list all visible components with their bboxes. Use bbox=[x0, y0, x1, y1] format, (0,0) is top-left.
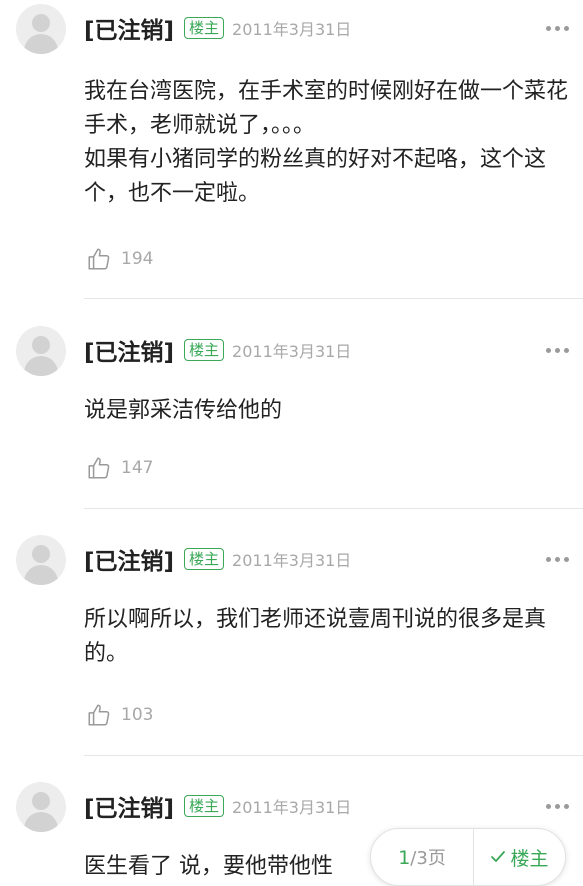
post-content: 我在台湾医院，在手术室的时候刚好在做一个菜花手术，老师就说了，。。。 如果有小猪… bbox=[84, 79, 569, 206]
avatar[interactable] bbox=[16, 326, 66, 376]
page-unit: 页 bbox=[427, 848, 446, 869]
post-meta: [已注销] 楼主 2011年3月31日 bbox=[84, 789, 352, 823]
more-options-icon[interactable] bbox=[546, 348, 569, 353]
post-divider bbox=[84, 755, 583, 756]
like-button[interactable]: 147 bbox=[86, 455, 153, 481]
author-name[interactable]: [已注销] bbox=[84, 11, 174, 45]
author-name[interactable]: [已注销] bbox=[84, 542, 174, 576]
post-date: 2011年3月31日 bbox=[232, 798, 352, 817]
author-name[interactable]: [已注销] bbox=[84, 789, 174, 823]
post-content: 所以啊所以，我们老师还说壹周刊说的很多是真的。 bbox=[84, 607, 547, 666]
more-options-icon[interactable] bbox=[546, 804, 569, 809]
post-date: 2011年3月31日 bbox=[232, 342, 352, 361]
thumbs-up-icon bbox=[88, 248, 110, 270]
more-options-icon[interactable] bbox=[546, 557, 569, 562]
owner-badge: 楼主 bbox=[184, 17, 225, 39]
like-count: 147 bbox=[121, 458, 154, 478]
current-page: 1 bbox=[398, 847, 411, 869]
more-options-icon[interactable] bbox=[546, 26, 569, 31]
post-date: 2011年3月31日 bbox=[232, 551, 352, 570]
avatar[interactable] bbox=[16, 4, 66, 54]
like-button[interactable]: 103 bbox=[86, 702, 153, 728]
post-meta: [已注销] 楼主 2011年3月31日 bbox=[84, 542, 352, 576]
thumbs-up-icon bbox=[88, 704, 110, 726]
only-owner-label: 楼主 bbox=[510, 847, 549, 870]
floating-pager: 1/3 页 楼主 bbox=[370, 828, 566, 886]
total-pages: /3 bbox=[410, 848, 428, 869]
post-divider bbox=[84, 508, 583, 509]
owner-badge: 楼主 bbox=[184, 339, 225, 361]
like-button[interactable]: 194 bbox=[86, 246, 153, 272]
check-icon bbox=[491, 851, 506, 862]
post-meta: [已注销] 楼主 2011年3月31日 bbox=[84, 333, 352, 367]
post-divider bbox=[84, 298, 583, 299]
like-count: 194 bbox=[121, 249, 154, 269]
post-date: 2011年3月31日 bbox=[232, 20, 352, 39]
post-content: 说是郭采洁传给他的 bbox=[84, 398, 283, 423]
like-count: 103 bbox=[121, 705, 154, 725]
owner-badge: 楼主 bbox=[184, 548, 225, 570]
thumbs-up-icon bbox=[88, 457, 110, 479]
author-name[interactable]: [已注销] bbox=[84, 333, 174, 367]
only-owner-toggle[interactable]: 楼主 bbox=[474, 844, 565, 871]
owner-badge: 楼主 bbox=[184, 795, 225, 817]
page-indicator-button[interactable]: 1/3 页 bbox=[371, 844, 473, 870]
avatar[interactable] bbox=[16, 782, 66, 832]
avatar[interactable] bbox=[16, 535, 66, 585]
post-meta: [已注销] 楼主 2011年3月31日 bbox=[84, 11, 352, 45]
